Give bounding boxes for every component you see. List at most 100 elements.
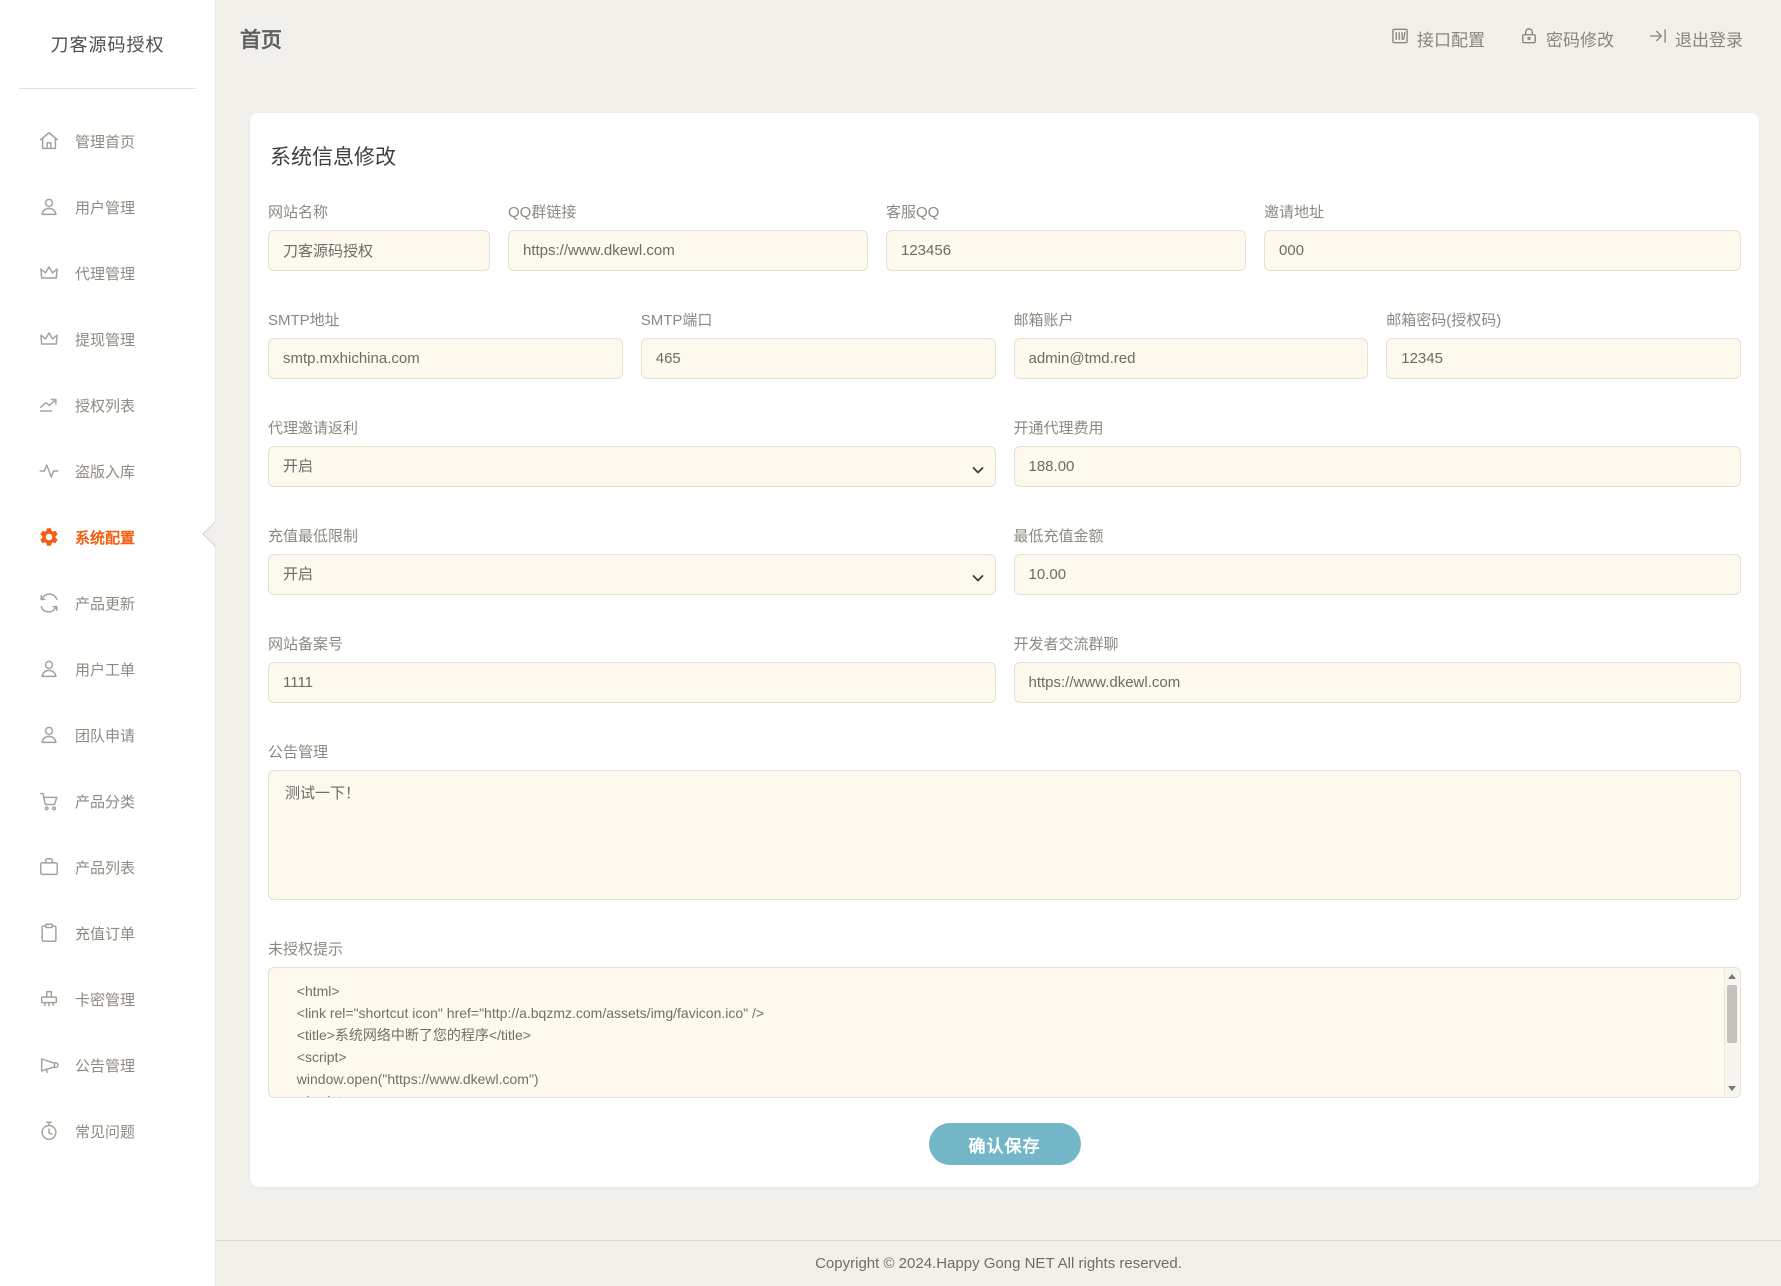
recharge-min-amount-field: 最低充值金额 xyxy=(1014,525,1742,595)
scrollbar-thumb[interactable] xyxy=(1727,985,1737,1043)
qq-group-link-input[interactable] xyxy=(508,230,868,271)
sidebar-item-announcement-management[interactable]: 公告管理 xyxy=(0,1032,215,1098)
crown-icon xyxy=(38,328,60,350)
scroll-up-icon[interactable] xyxy=(1725,970,1739,984)
logout-label: 退出登录 xyxy=(1675,26,1743,51)
activity-icon xyxy=(38,460,60,482)
sidebar-item-user-management[interactable]: 用户管理 xyxy=(0,174,215,240)
sidebar-item-label: 产品分类 xyxy=(75,791,135,812)
site-name-input[interactable] xyxy=(268,230,490,271)
sidebar-item-agent-management[interactable]: 代理管理 xyxy=(0,240,215,306)
sidebar-item-label: 产品列表 xyxy=(75,857,135,878)
announcement-textarea[interactable]: 测试一下！ xyxy=(268,770,1741,900)
footer: Copyright © 2024.Happy Gong NET All righ… xyxy=(216,1240,1781,1286)
smtp-host-input[interactable] xyxy=(268,338,623,379)
recharge-min-amount-input[interactable] xyxy=(1014,554,1742,595)
copyright-text: Copyright © 2024.Happy Gong NET All righ… xyxy=(815,1255,1182,1272)
invite-address-input[interactable] xyxy=(1264,230,1741,271)
agent-invite-rebate-field: 代理邀请返利 开启 xyxy=(268,417,996,487)
change-password-button[interactable]: 密码修改 xyxy=(1519,26,1614,51)
sidebar-item-label: 管理首页 xyxy=(75,131,135,152)
logout-icon xyxy=(1648,26,1668,51)
sidebar-item-label: 授权列表 xyxy=(75,395,135,416)
sidebar-item-admin-home[interactable]: 管理首页 xyxy=(0,108,215,174)
sidebar-item-withdraw-management[interactable]: 提现管理 xyxy=(0,306,215,372)
smtp-host-label: SMTP地址 xyxy=(268,309,623,330)
announcement-field: 公告管理 测试一下！ xyxy=(268,741,1741,900)
sidebar: 刀客源码授权 管理首页 用户管理 代理管理 提现管理 授权列表 盗版入库 xyxy=(0,0,216,1286)
smtp-port-field: SMTP端口 xyxy=(641,309,996,379)
qq-group-link-field: QQ群链接 xyxy=(508,201,868,271)
sidebar-item-label: 常见问题 xyxy=(75,1121,135,1142)
sidebar-item-faq[interactable]: 常见问题 xyxy=(0,1098,215,1164)
service-qq-input[interactable] xyxy=(886,230,1246,271)
logout-button[interactable]: 退出登录 xyxy=(1648,26,1743,51)
smtp-port-label: SMTP端口 xyxy=(641,309,996,330)
email-password-field: 邮箱密码(授权码) xyxy=(1386,309,1741,379)
agent-open-fee-label: 开通代理费用 xyxy=(1014,417,1742,438)
email-account-field: 邮箱账户 xyxy=(1014,309,1369,379)
form-title: 系统信息修改 xyxy=(270,141,1741,171)
sidebar-item-product-category[interactable]: 产品分类 xyxy=(0,768,215,834)
icp-number-input[interactable] xyxy=(268,662,996,703)
api-config-button[interactable]: 接口配置 xyxy=(1390,26,1485,51)
sidebar-item-label: 提现管理 xyxy=(75,329,135,350)
email-password-input[interactable] xyxy=(1386,338,1741,379)
scroll-down-icon[interactable] xyxy=(1725,1081,1739,1095)
form-row-2: SMTP地址 SMTP端口 邮箱账户 邮箱密码(授权码) xyxy=(268,309,1741,379)
sidebar-item-label: 卡密管理 xyxy=(75,989,135,1010)
trending-up-icon xyxy=(38,394,60,416)
sidebar-item-card-key-management[interactable]: 卡密管理 xyxy=(0,966,215,1032)
main-area: 首页 接口配置 密码修改 退出登录 系统信息修改 网站名称 xyxy=(216,0,1781,1286)
sidebar-item-piracy-storage[interactable]: 盗版入库 xyxy=(0,438,215,504)
lock-icon xyxy=(1519,26,1539,51)
invite-address-label: 邀请地址 xyxy=(1264,201,1741,222)
brush-icon xyxy=(38,988,60,1010)
sidebar-item-label: 代理管理 xyxy=(75,263,135,284)
clipboard-icon xyxy=(38,922,60,944)
button-row: 确认保存 xyxy=(268,1123,1741,1165)
sidebar-item-user-tickets[interactable]: 用户工单 xyxy=(0,636,215,702)
sidebar-item-team-apply[interactable]: 团队申请 xyxy=(0,702,215,768)
agent-open-fee-input[interactable] xyxy=(1014,446,1742,487)
service-qq-label: 客服QQ xyxy=(886,201,1246,222)
recharge-min-limit-label: 充值最低限制 xyxy=(268,525,996,546)
sidebar-item-auth-list[interactable]: 授权列表 xyxy=(0,372,215,438)
sidebar-item-product-list[interactable]: 产品列表 xyxy=(0,834,215,900)
crown-icon xyxy=(38,262,60,284)
sidebar-item-recharge-orders[interactable]: 充值订单 xyxy=(0,900,215,966)
email-account-label: 邮箱账户 xyxy=(1014,309,1369,330)
unauthorized-tip-textarea[interactable]: <html> <link rel="shortcut icon" href="h… xyxy=(269,968,1740,1097)
header-actions: 接口配置 密码修改 退出登录 xyxy=(1390,26,1743,51)
agent-open-fee-field: 开通代理费用 xyxy=(1014,417,1742,487)
agent-invite-rebate-select[interactable]: 开启 xyxy=(268,446,996,487)
smtp-host-field: SMTP地址 xyxy=(268,309,623,379)
site-name-field: 网站名称 xyxy=(268,201,490,271)
email-password-label: 邮箱密码(授权码) xyxy=(1386,309,1741,330)
recharge-min-limit-select[interactable]: 开启 xyxy=(268,554,996,595)
form-row-4: 充值最低限制 开启 最低充值金额 xyxy=(268,525,1741,595)
announcement-label: 公告管理 xyxy=(268,741,1741,762)
user-icon xyxy=(38,658,60,680)
form-row-announcement: 公告管理 测试一下！ xyxy=(268,741,1741,900)
sidebar-item-system-config[interactable]: 系统配置 xyxy=(0,504,215,570)
smtp-port-input[interactable] xyxy=(641,338,996,379)
email-account-input[interactable] xyxy=(1014,338,1369,379)
icp-number-field: 网站备案号 xyxy=(268,633,996,703)
sidebar-item-product-update[interactable]: 产品更新 xyxy=(0,570,215,636)
top-header: 首页 接口配置 密码修改 退出登录 xyxy=(216,0,1781,77)
save-button[interactable]: 确认保存 xyxy=(929,1123,1081,1165)
api-config-icon xyxy=(1390,26,1410,51)
user-icon xyxy=(38,196,60,218)
home-icon xyxy=(38,130,60,152)
change-password-label: 密码修改 xyxy=(1546,26,1614,51)
system-info-card: 系统信息修改 网站名称 QQ群链接 客服QQ 邀请地址 SMTP地址 xyxy=(250,113,1759,1187)
recharge-min-amount-label: 最低充值金额 xyxy=(1014,525,1742,546)
unauthorized-tip-field: 未授权提示 <html> <link rel="shortcut icon" h… xyxy=(268,938,1741,1098)
textarea-scrollbar[interactable] xyxy=(1724,969,1739,1096)
sidebar-item-label: 团队申请 xyxy=(75,725,135,746)
megaphone-icon xyxy=(38,1054,60,1076)
dev-group-chat-input[interactable] xyxy=(1014,662,1742,703)
form-row-3: 代理邀请返利 开启 开通代理费用 xyxy=(268,417,1741,487)
recharge-min-limit-field: 充值最低限制 开启 xyxy=(268,525,996,595)
